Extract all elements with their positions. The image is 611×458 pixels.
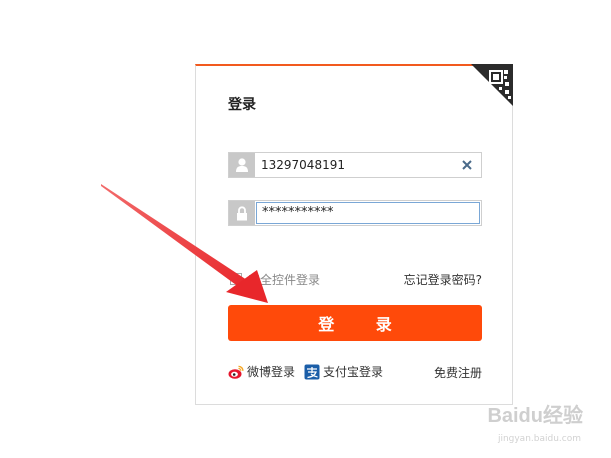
alipay-label: 支付宝登录 bbox=[323, 365, 384, 379]
alipay-icon bbox=[304, 364, 320, 379]
weibo-icon bbox=[228, 365, 244, 379]
qr-code-icon[interactable] bbox=[471, 64, 513, 106]
safe-control-option[interactable]: 安全控件登录 bbox=[230, 271, 320, 287]
login-button[interactable]: 登 录 bbox=[228, 305, 482, 341]
weibo-login-link[interactable]: 微博登录 bbox=[228, 363, 295, 380]
username-field[interactable]: 13297048191 bbox=[228, 152, 482, 178]
login-title: 登录 bbox=[228, 97, 256, 113]
forgot-password-link[interactable]: 忘记登录密码? bbox=[404, 271, 482, 288]
clear-icon[interactable] bbox=[460, 158, 474, 172]
watermark-brand: Baidu经验 bbox=[487, 405, 583, 427]
alipay-login-link[interactable]: 支付宝登录 bbox=[304, 363, 383, 380]
lock-icon bbox=[229, 201, 255, 225]
checkbox-icon[interactable] bbox=[230, 273, 242, 285]
weibo-label: 微博登录 bbox=[247, 365, 296, 379]
third-party-login-row: 微博登录 支付宝登录 免费注册 bbox=[228, 363, 482, 381]
safe-control-label: 安全控件登录 bbox=[248, 272, 321, 287]
user-icon bbox=[229, 153, 255, 177]
username-value: 13297048191 bbox=[261, 158, 345, 172]
register-link[interactable]: 免费注册 bbox=[434, 364, 482, 381]
password-field[interactable]: *********** bbox=[228, 200, 482, 226]
password-value: *********** bbox=[262, 205, 334, 220]
login-panel: 登录 13297048191 *********** 安全控件登录 忘记登录密码… bbox=[195, 64, 513, 405]
watermark-url: jingyan.baidu.com bbox=[497, 434, 581, 444]
